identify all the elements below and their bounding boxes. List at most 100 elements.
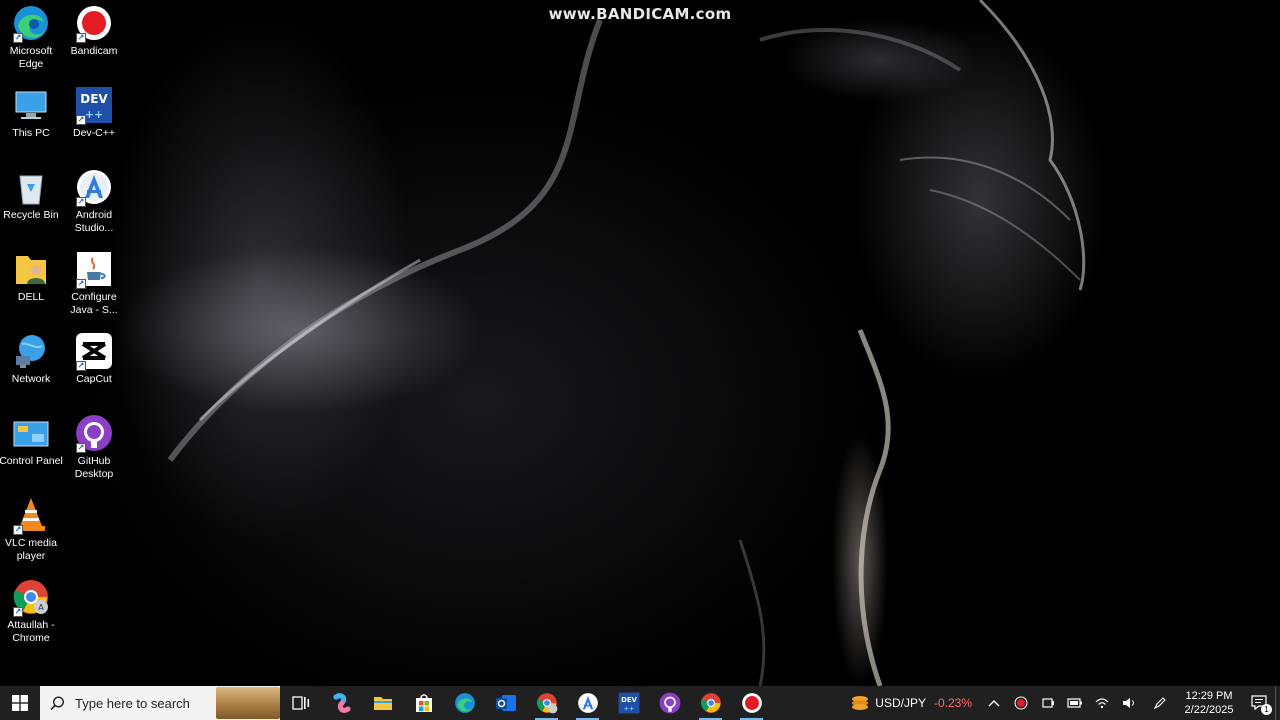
- wifi-icon: [1095, 698, 1108, 709]
- devcpp-icon: DEV ++ ↗: [75, 86, 113, 125]
- desktop-icon-microsoft-edge[interactable]: ↗ Microsoft Edge: [0, 0, 62, 78]
- desktop-icon-capcut[interactable]: ↗ CapCut: [63, 328, 125, 406]
- stock-change: -0.23%: [933, 696, 972, 710]
- desktop-wallpaper: [0, 0, 1280, 686]
- control-panel-icon: [12, 414, 50, 452]
- desktop-icon-label: VLC media player: [5, 537, 57, 562]
- desktop-icon-control-panel[interactable]: Control Panel: [0, 410, 63, 488]
- clock-date: 2/22/2025: [1184, 704, 1234, 716]
- stock-widget[interactable]: USD/JPY -0.23%: [843, 695, 980, 711]
- desktop-icon-chrome-profile[interactable]: A ↗ Attaullah - Chrome: [0, 574, 62, 652]
- taskbar-copilot[interactable]: [321, 686, 362, 720]
- tray-battery[interactable]: [1061, 686, 1088, 720]
- clock-time: 12:29 PM: [1185, 690, 1233, 702]
- desktop-icon-label: Recycle Bin: [3, 209, 59, 221]
- tray-camera[interactable]: [1034, 686, 1061, 720]
- task-view-icon: [291, 696, 309, 710]
- desktop-icon-this-pc[interactable]: This PC: [0, 82, 62, 160]
- desktop-icon-devcpp[interactable]: DEV ++ ↗ Dev-C++: [63, 82, 125, 160]
- chevron-up-icon: [988, 700, 999, 707]
- chrome-icon: [536, 693, 557, 714]
- desktop-icon-bandicam[interactable]: ↗ Bandicam: [63, 0, 125, 78]
- desktop-icon-label: Configure Java - S...: [70, 291, 118, 316]
- record-icon: [1014, 696, 1027, 710]
- taskbar: Type here to search DEV ++ USD/JPY -0.23…: [0, 686, 1280, 720]
- github-icon: [659, 692, 680, 714]
- desktop-icon-dell[interactable]: DELL: [0, 246, 62, 324]
- task-view-button[interactable]: [280, 686, 321, 720]
- desktop-icon-label: GitHub Desktop: [74, 455, 114, 480]
- desktop-icon-github-desktop[interactable]: ↗ GitHub Desktop: [63, 410, 125, 488]
- github-icon: ↗: [75, 414, 113, 453]
- bandicam-watermark: www.BANDICAM.com: [548, 5, 732, 23]
- android-studio-icon: [577, 693, 598, 713]
- desktop-icon-label: CapCut: [76, 373, 112, 385]
- tray-bandicam[interactable]: [1007, 686, 1034, 720]
- notification-count-badge: 1: [1261, 704, 1272, 715]
- desktop-icon-label: Dev-C++: [72, 127, 115, 139]
- windows-logo-icon: [12, 695, 28, 711]
- desktop-icon-network[interactable]: Network: [0, 328, 62, 406]
- taskbar-clock[interactable]: 12:29 PM 2/22/2025: [1179, 689, 1239, 717]
- coins-icon: [852, 696, 869, 710]
- pen-icon: [1153, 697, 1166, 710]
- recycle-bin-icon: [12, 168, 50, 206]
- this-pc-icon: [12, 86, 50, 124]
- taskbar-outlook[interactable]: [485, 686, 526, 720]
- webcam-icon: [1041, 698, 1054, 708]
- taskbar-edge[interactable]: [444, 686, 485, 720]
- taskbar-android-studio[interactable]: [567, 686, 608, 720]
- taskbar-file-explorer[interactable]: [362, 686, 403, 720]
- search-placeholder: Type here to search: [75, 695, 190, 711]
- taskbar-microsoft-store[interactable]: [403, 686, 444, 720]
- tray-volume[interactable]: [1115, 686, 1142, 720]
- edge-icon: ↗: [12, 4, 50, 43]
- system-tray: USD/JPY -0.23% 12:29 PM 2/22/2025 1: [843, 686, 1280, 720]
- desktop-icon-label: Microsoft Edge: [9, 45, 53, 70]
- stock-ticker: USD/JPY: [875, 696, 926, 710]
- taskbar-chrome-profile[interactable]: [526, 686, 567, 720]
- show-desktop-button[interactable]: [1275, 686, 1280, 720]
- taskbar-search-box[interactable]: Type here to search: [40, 686, 280, 720]
- java-icon: ↗: [75, 250, 113, 289]
- svg-text:DEV: DEV: [621, 696, 637, 704]
- vlc-icon: ↗: [12, 496, 50, 535]
- svg-text:A: A: [38, 603, 44, 612]
- search-highlight-image[interactable]: [216, 687, 280, 719]
- desktop-icon-configure-java[interactable]: ↗ Configure Java - S...: [63, 246, 125, 324]
- desktop-icon-label: Attaullah - Chrome: [7, 619, 55, 644]
- desktop-icon-label: DELL: [17, 291, 45, 303]
- desktop-icon-vlc[interactable]: ↗ VLC media player: [0, 492, 62, 570]
- desktop-icon-label: Android Studio...: [74, 209, 114, 234]
- network-icon: [12, 332, 50, 370]
- store-icon: [415, 694, 432, 712]
- folder-icon: [373, 697, 392, 710]
- svg-text:++: ++: [623, 706, 634, 713]
- desktop-icon-label: Bandicam: [70, 45, 118, 57]
- desktop-icon-label: Control Panel: [0, 455, 63, 467]
- bandicam-icon: [741, 693, 762, 713]
- capcut-icon: ↗: [75, 332, 113, 371]
- chrome-icon: A ↗: [12, 578, 50, 617]
- tray-pen[interactable]: [1146, 686, 1173, 720]
- svg-text:DEV: DEV: [80, 92, 108, 106]
- start-button[interactable]: [0, 686, 40, 720]
- battery-icon: [1066, 698, 1082, 708]
- desktop-icon-recycle-bin[interactable]: Recycle Bin: [0, 164, 62, 242]
- desktop-icon-android-studio[interactable]: ↗ Android Studio...: [63, 164, 125, 242]
- chrome-icon: [700, 693, 721, 713]
- notification-center-button[interactable]: 1: [1245, 686, 1275, 720]
- taskbar-devcpp[interactable]: DEV ++: [608, 686, 649, 720]
- desktop-icon-label: This PC: [12, 127, 50, 139]
- search-icon: [50, 695, 65, 710]
- copilot-icon: [333, 693, 350, 713]
- tray-network[interactable]: [1088, 686, 1115, 720]
- user-folder-icon: [12, 250, 50, 288]
- edge-icon: [454, 693, 475, 713]
- show-hidden-icons-button[interactable]: [980, 686, 1007, 720]
- taskbar-github-desktop[interactable]: [649, 686, 690, 720]
- devcpp-icon: DEV ++: [618, 692, 639, 714]
- taskbar-bandicam[interactable]: [731, 686, 772, 720]
- android-studio-icon: ↗: [75, 168, 113, 207]
- taskbar-chrome[interactable]: [690, 686, 731, 720]
